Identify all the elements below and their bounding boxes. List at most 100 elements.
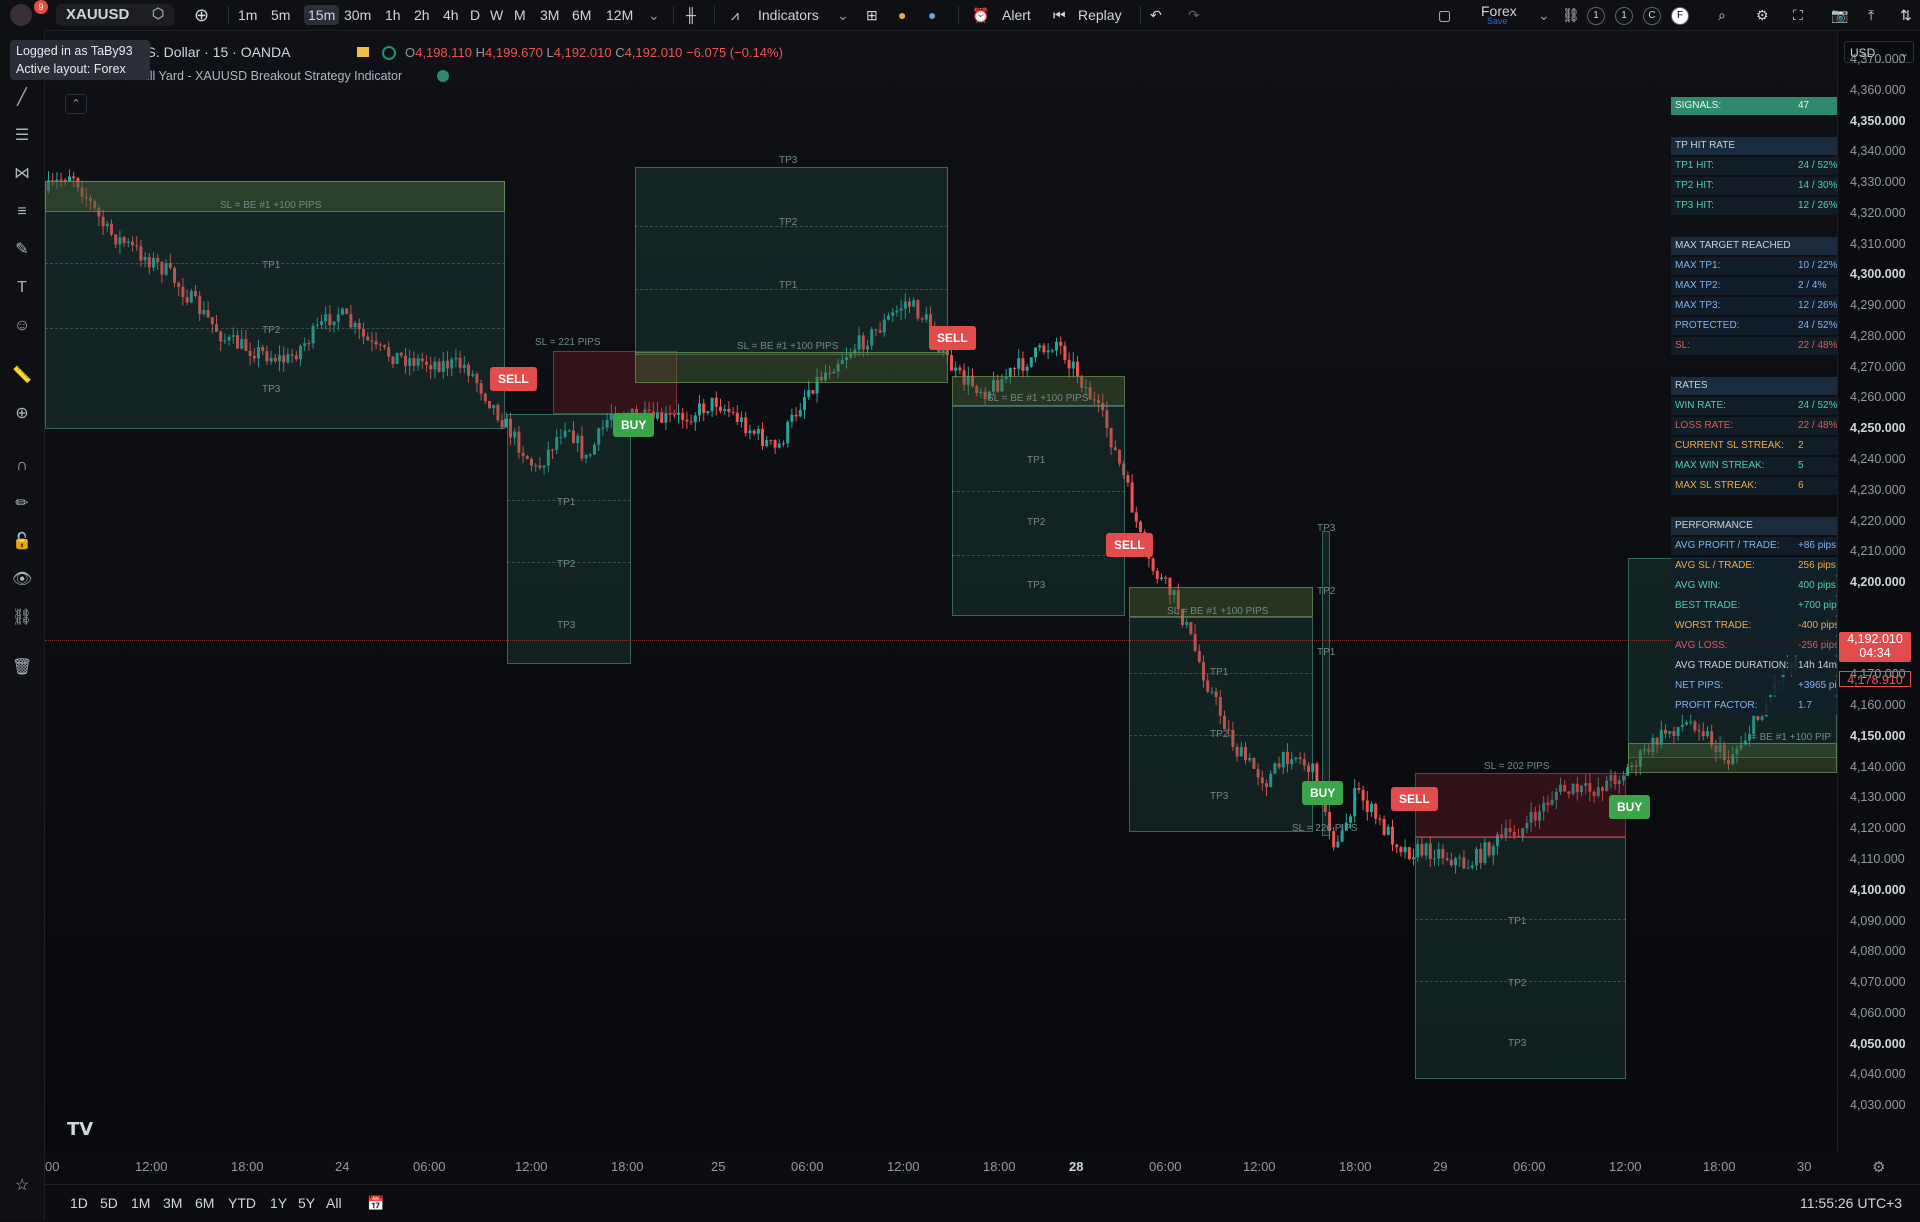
text-icon[interactable]: T — [12, 278, 32, 298]
stats-key: AVG LOSS: — [1675, 640, 1728, 651]
star-icon[interactable]: ☆ — [12, 1176, 32, 1196]
indicators-chevron-icon[interactable]: ⌄ — [837, 5, 849, 25]
replay-button[interactable]: Replay — [1078, 5, 1122, 25]
interval-1m[interactable]: 1m — [238, 5, 257, 25]
compare-add-icon[interactable]: ⊕ — [194, 5, 209, 25]
replay-icon[interactable]: ⏮ — [1053, 5, 1066, 25]
stop-loss-label: SL = 226 PIPS — [1292, 823, 1358, 834]
eye-icon[interactable]: 👁 — [12, 570, 32, 590]
candle — [714, 391, 718, 416]
lock-drawing-icon[interactable]: ✏ — [12, 494, 32, 514]
range-6M[interactable]: 6M — [195, 1195, 214, 1211]
toolbar-badge-F[interactable]: F — [1671, 7, 1689, 25]
fib-icon[interactable]: ≡ — [12, 202, 32, 222]
symbol-search[interactable]: XAUUSD ⬡ — [56, 4, 174, 26]
range-1Y[interactable]: 1Y — [270, 1195, 287, 1211]
price-tick: 4,200.000 — [1850, 575, 1906, 590]
interval-15m[interactable]: 15m — [304, 5, 340, 25]
indicator-settings-icon[interactable] — [437, 70, 449, 82]
range-1D[interactable]: 1D — [70, 1195, 88, 1211]
interval-30m[interactable]: 30m — [344, 5, 371, 25]
toolbar-badge-1[interactable]: 1 — [1587, 7, 1605, 25]
strategy-badge-icon[interactable]: ● — [928, 5, 936, 25]
indicators-icon[interactable]: ⩘ — [731, 5, 739, 25]
sell-signal-badge[interactable]: SELL — [490, 367, 537, 391]
user-avatar[interactable] — [10, 4, 32, 26]
interval-M[interactable]: M — [514, 5, 526, 25]
range-1M[interactable]: 1M — [131, 1195, 150, 1211]
range-All[interactable]: All — [326, 1195, 342, 1211]
zoom-icon[interactable]: ⊕ — [12, 404, 32, 424]
layout-window-icon[interactable]: ▢ — [1438, 5, 1451, 25]
buy-signal-badge[interactable]: BUY — [1609, 795, 1651, 819]
interval-3M[interactable]: 3M — [540, 5, 559, 25]
range-3M[interactable]: 3M — [163, 1195, 182, 1211]
link-icon[interactable]: ⛓ — [12, 608, 32, 628]
redo-icon[interactable]: ↷ — [1188, 5, 1200, 25]
settings-gear-icon[interactable]: ⚙ — [1756, 5, 1769, 25]
sell-signal-badge[interactable]: SELL — [929, 326, 976, 350]
candle — [710, 397, 714, 417]
snapshot-camera-icon[interactable]: 📷 — [1831, 5, 1848, 25]
tradingview-logo-icon[interactable]: TV — [67, 1119, 93, 1140]
chart-type-candles-icon[interactable]: ╫ — [686, 5, 696, 25]
indicator-badge-icon[interactable]: ● — [898, 5, 906, 25]
toolbar-badge-1[interactable]: 1 — [1615, 7, 1633, 25]
trade-icon[interactable]: ⇅ — [1900, 5, 1912, 25]
stats-key: TP3 HIT: — [1675, 200, 1714, 211]
clock-timezone[interactable]: 11:55:26 UTC+3 — [1800, 1195, 1902, 1211]
tp2-label: TP2 — [1027, 517, 1046, 528]
sell-signal-badge[interactable]: SELL — [1106, 533, 1153, 557]
emoji-icon[interactable]: ☺ — [12, 316, 32, 336]
undo-icon[interactable]: ↶ — [1150, 5, 1162, 25]
candle — [811, 389, 815, 395]
pattern-icon[interactable]: ⋈ — [12, 164, 32, 184]
interval-6M[interactable]: 6M — [572, 5, 591, 25]
interval-more-chevron-icon[interactable]: ⌄ — [648, 5, 660, 25]
stats-key: TP2 HIT: — [1675, 180, 1714, 191]
sell-signal-badge[interactable]: SELL — [1391, 787, 1438, 811]
stats-value: +700 pips — [1798, 600, 1837, 611]
range-YTD[interactable]: YTD — [228, 1195, 256, 1211]
interval-W[interactable]: W — [490, 5, 503, 25]
goto-date-calendar-icon[interactable]: 📅 — [367, 1195, 384, 1212]
toolbar-badge-C[interactable]: C — [1643, 7, 1661, 25]
range-5Y[interactable]: 5Y — [298, 1195, 315, 1211]
horizontal-lines-icon[interactable]: ☰ — [12, 126, 32, 146]
magnet-icon[interactable]: ∩ — [12, 456, 32, 476]
indicators-button[interactable]: Indicators — [758, 5, 819, 25]
candle — [1378, 814, 1382, 826]
link-icon[interactable]: ⛓ — [1562, 5, 1580, 25]
fullscreen-icon[interactable]: ⛶ — [1793, 5, 1803, 25]
buy-signal-badge[interactable]: BUY — [1302, 781, 1344, 805]
time-axis[interactable]: 00 12:00 18:00 24 06:00 12:00 18:00 25 06:00 12:0… — [45, 1150, 1837, 1180]
layout-chevron-icon[interactable]: ⌄ — [1538, 5, 1550, 25]
alert-button[interactable]: Alert — [1002, 5, 1031, 25]
buy-signal-badge[interactable]: BUY — [613, 413, 655, 437]
symbol-flag-icon[interactable]: ⬡ — [152, 5, 164, 22]
interval-2h[interactable]: 2h — [414, 5, 430, 25]
search-icon[interactable]: ⌕ — [1718, 5, 1726, 25]
publish-icon[interactable]: ⤒ — [1868, 5, 1874, 25]
tp2-label: TP2 — [1508, 978, 1527, 989]
interval-4h[interactable]: 4h — [443, 5, 459, 25]
range-5D[interactable]: 5D — [100, 1195, 118, 1211]
candle — [1021, 351, 1025, 378]
brush-icon[interactable]: ✎ — [12, 240, 32, 260]
trash-icon[interactable]: 🗑 — [12, 658, 32, 678]
alert-clock-icon[interactable]: ⏰ — [972, 5, 989, 25]
collapse-legend-button[interactable]: ⌃ — [65, 94, 87, 114]
layout-save-status[interactable]: Save — [1487, 15, 1508, 27]
price-axis[interactable]: USD ⌄ 4,370.000 4,360.000 4,350.000 4,340.0… — [1837, 31, 1920, 1151]
stats-key: PROTECTED: — [1675, 320, 1740, 331]
trend-line-icon[interactable]: ╱ — [12, 88, 32, 108]
unlock-icon[interactable]: 🔓 — [12, 532, 32, 552]
chart-pane[interactable]: SL = BE #1 +100 PIPS TP1 TP2 TP3 SL = 221 PI… — [45, 31, 1837, 1151]
axis-settings-gear-icon[interactable]: ⚙ — [1872, 1158, 1885, 1176]
interval-1h[interactable]: 1h — [385, 5, 401, 25]
interval-5m[interactable]: 5m — [271, 5, 290, 25]
interval-D[interactable]: D — [470, 5, 480, 25]
ruler-icon[interactable]: 📏 — [12, 366, 32, 386]
templates-grid-icon[interactable]: ⊞ — [866, 5, 878, 25]
interval-12M[interactable]: 12M — [606, 5, 633, 25]
